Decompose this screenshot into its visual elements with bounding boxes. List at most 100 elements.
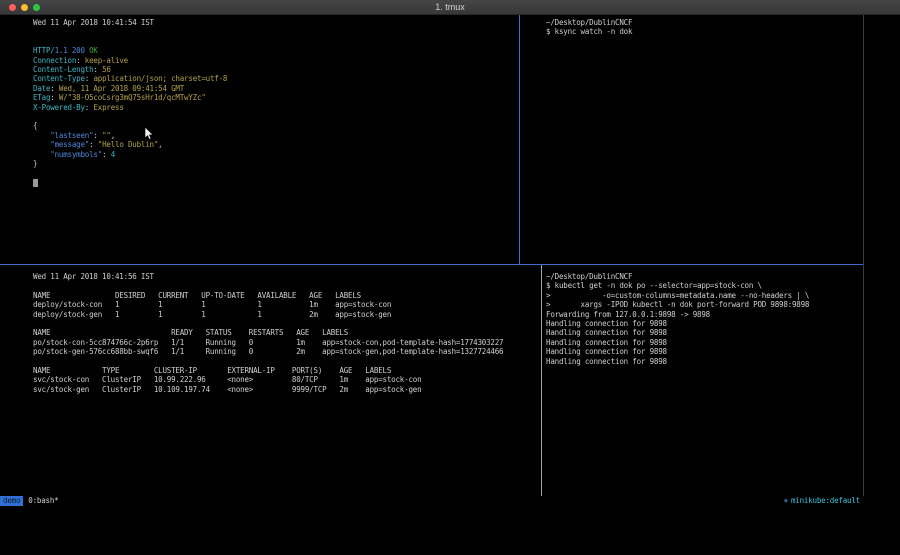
mouse-cursor-icon (144, 127, 156, 141)
terminal-text-segment: Date (33, 84, 50, 93)
kubernetes-helm-icon: ⎈ (784, 496, 788, 506)
terminal-text-segment: } (33, 159, 37, 168)
terminal-text-segment: Wed 11 Apr 2018 10:41:54 IST (33, 18, 154, 27)
terminal-text-segment: ~/Desktop/DublinCNCF (546, 18, 632, 27)
terminal-text-segment: "lastseen" (50, 131, 93, 140)
terminal-line: ~/Desktop/DublinCNCF (546, 272, 864, 281)
terminal-text-segment: : (93, 131, 102, 140)
tmux-window-tab[interactable]: 0:bash* (28, 496, 58, 506)
terminal-text-segment: Handling connection for 9898 (546, 347, 667, 356)
window-titlebar: 1. tmux (0, 0, 900, 15)
terminal-text-segment: , (111, 131, 115, 140)
terminal-text-segment: { (33, 121, 37, 130)
terminal-text-segment: deploy/stock-con 1 1 1 1 1m app=stock-co… (33, 300, 391, 309)
terminal-line: "message": "Hello Dublin", (33, 140, 519, 149)
terminal-line: Date: Wed, 11 Apr 2018 09:41:54 GMT (33, 84, 519, 93)
terminal-line: Wed 11 Apr 2018 10:41:54 IST (33, 18, 519, 27)
terminal-text-segment: Handling connection for 9898 (546, 357, 667, 366)
terminal-line: > xargs -IPOD kubectl -n dok port-forwar… (546, 300, 864, 309)
pane-http-response[interactable]: Wed 11 Apr 2018 10:41:54 IST HTTP/1.1 20… (0, 15, 519, 264)
traffic-lights (9, 4, 40, 11)
terminal-text-segment (33, 131, 50, 140)
window-right-edge (863, 15, 864, 496)
zoom-button[interactable] (33, 4, 40, 11)
terminal-line (33, 169, 519, 178)
terminal-text-segment: Handling connection for 9898 (546, 338, 667, 347)
terminal-window: Wed 11 Apr 2018 10:41:54 IST HTTP/1.1 20… (0, 15, 864, 506)
terminal-text-segment: : (76, 56, 85, 65)
pane-ksync-watch[interactable]: ~/Desktop/DublinCNCF$ ksync watch -n dok (520, 15, 864, 264)
terminal-text-segment: Connection (33, 56, 76, 65)
terminal-line (33, 27, 519, 36)
terminal-text-segment: $ kubectl get -n dok po --selector=app=s… (546, 281, 762, 290)
terminal-text-segment: keep-alive (85, 56, 128, 65)
terminal-line: po/stock-gen-576cc688bb-swqf6 1/1 Runnin… (33, 347, 541, 356)
terminal-text-segment: W/"38-O5coCsrg3mQ75sHr1d/qcMTwYZc" (59, 93, 206, 102)
pane-kubectl-resources[interactable]: Wed 11 Apr 2018 10:41:56 IST NAME DESIRE… (0, 265, 541, 496)
terminal-text-segment: Handling connection for 9898 (546, 328, 667, 337)
terminal-text-segment: po/stock-con-5cc874766c-2p6rp 1/1 Runnin… (33, 338, 503, 347)
pane-port-forward[interactable]: ~/Desktop/DublinCNCF$ kubectl get -n dok… (542, 265, 864, 496)
terminal-line: deploy/stock-gen 1 1 1 1 2m app=stock-ge… (33, 310, 541, 319)
terminal-line (33, 37, 519, 46)
terminal-text-segment: Handling connection for 9898 (546, 319, 667, 328)
terminal-text-segment: Content-Length (33, 65, 93, 74)
terminal-text-segment: Wed, 11 Apr 2018 09:41:54 GMT (59, 84, 184, 93)
terminal-line: } (33, 159, 519, 168)
terminal-text-segment: application/json; charset=utf-8 (93, 74, 227, 83)
close-button[interactable] (9, 4, 16, 11)
terminal-text-segment: X-Powered-By (33, 103, 85, 112)
kube-context-label: minikube:default (791, 496, 860, 506)
terminal-text-segment: : (102, 150, 111, 159)
terminal-text-segment: svc/stock-con ClusterIP 10.99.222.96 <no… (33, 375, 421, 384)
terminal-line: Handling connection for 9898 (546, 328, 864, 337)
terminal-text-segment: > xargs -IPOD kubectl -n dok port-forwar… (546, 300, 809, 309)
terminal-text-segment: NAME DESIRED CURRENT UP-TO-DATE AVAILABL… (33, 291, 361, 300)
minimize-button[interactable] (21, 4, 28, 11)
terminal-line: Handling connection for 9898 (546, 319, 864, 328)
terminal-text-segment: ETag (33, 93, 50, 102)
terminal-line: $ ksync watch -n dok (546, 27, 864, 36)
terminal-text-segment: "numsymbols" (50, 150, 102, 159)
terminal-line: Wed 11 Apr 2018 10:41:56 IST (33, 272, 541, 281)
terminal-line: $ kubectl get -n dok po --selector=app=s… (546, 281, 864, 290)
terminal-line: Content-Length: 56 (33, 65, 519, 74)
terminal-text-segment: $ ksync watch -n dok (546, 27, 632, 36)
terminal-line: Handling connection for 9898 (546, 347, 864, 356)
pane-divider-horizontal[interactable] (0, 264, 864, 265)
terminal-line (33, 281, 541, 290)
terminal-text-segment: "" (102, 131, 111, 140)
terminal-line: HTTP/1.1 200 OK (33, 46, 519, 55)
terminal-text-segment: po/stock-gen-576cc688bb-swqf6 1/1 Runnin… (33, 347, 503, 356)
terminal-text-segment (33, 150, 50, 159)
terminal-line: Handling connection for 9898 (546, 338, 864, 347)
terminal-text-segment: > -o=custom-columns=metadata.name --no-h… (546, 291, 809, 300)
terminal-line (33, 112, 519, 121)
terminal-text-segment: : (50, 93, 59, 102)
terminal-line: ETag: W/"38-O5coCsrg3mQ75sHr1d/qcMTwYZc" (33, 93, 519, 102)
terminal-line: ~/Desktop/DublinCNCF (546, 18, 864, 27)
terminal-line: svc/stock-gen ClusterIP 10.109.197.74 <n… (33, 385, 541, 394)
terminal-text-segment: Express (93, 103, 123, 112)
tmux-status-bar: demo 0:bash* ⎈ minikube:default (0, 496, 864, 506)
terminal-text-segment: svc/stock-gen ClusterIP 10.109.197.74 <n… (33, 385, 421, 394)
terminal-line: NAME READY STATUS RESTARTS AGE LABELS (33, 328, 541, 337)
terminal-text-segment: : (50, 84, 59, 93)
terminal-line (33, 357, 541, 366)
terminal-text-segment: Forwarding from 127.0.0.1:9898 -> 9898 (546, 310, 710, 319)
terminal-text-segment: 1.1 200 (55, 46, 90, 55)
pane-divider-vertical-top[interactable] (519, 15, 520, 264)
window-title: 1. tmux (0, 0, 900, 15)
terminal-text-segment: NAME TYPE CLUSTER-IP EXTERNAL-IP PORT(S)… (33, 366, 391, 375)
terminal-line: po/stock-con-5cc874766c-2p6rp 1/1 Runnin… (33, 338, 541, 347)
terminal-line: NAME DESIRED CURRENT UP-TO-DATE AVAILABL… (33, 291, 541, 300)
terminal-text-segment: ~/Desktop/DublinCNCF (546, 272, 632, 281)
terminal-line: Forwarding from 127.0.0.1:9898 -> 9898 (546, 310, 864, 319)
terminal-text-segment: : (93, 65, 102, 74)
terminal-line: svc/stock-con ClusterIP 10.99.222.96 <no… (33, 375, 541, 384)
pane-divider-vertical-bottom[interactable] (541, 265, 542, 496)
terminal-line: NAME TYPE CLUSTER-IP EXTERNAL-IP PORT(S)… (33, 366, 541, 375)
terminal-cursor (33, 179, 38, 187)
terminal-line: > -o=custom-columns=metadata.name --no-h… (546, 291, 864, 300)
terminal-line: Content-Type: application/json; charset=… (33, 74, 519, 83)
